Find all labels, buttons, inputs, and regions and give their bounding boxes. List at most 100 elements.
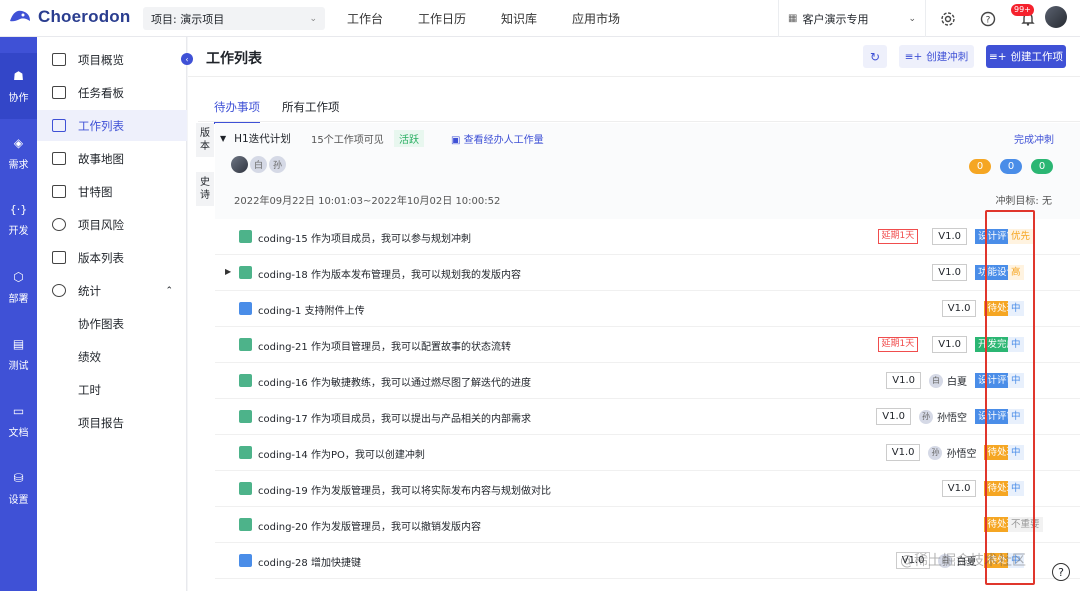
- module-docs[interactable]: ▭ 文档: [0, 388, 37, 454]
- story-icon: [239, 446, 252, 459]
- subnav-risk[interactable]: 项目风险: [37, 209, 187, 240]
- module-dev[interactable]: {·} 开发: [0, 187, 37, 253]
- avatar[interactable]: [231, 156, 248, 173]
- sprint-header: ▼ H1迭代计划 15个工作项可见 活跃 ▣ 查看经办人工作量 完成冲刺 白 孙…: [215, 123, 1080, 219]
- issue-list: coding-15 作为项目成员，我可以参与规划冲刺 延期1天 V1.0 设计评审 优先…: [215, 219, 1080, 579]
- topnav-workbench[interactable]: 工作台: [347, 10, 383, 27]
- subnav-gantt[interactable]: 甘特图: [37, 176, 187, 207]
- issue-summary[interactable]: coding-28 增加快捷键: [258, 554, 361, 569]
- points-done-pill: 0: [1031, 159, 1053, 174]
- avatar[interactable]: 白: [250, 156, 267, 173]
- side-tab-epic[interactable]: 史诗: [196, 172, 214, 206]
- tab-all-issues[interactable]: 所有工作项: [282, 99, 340, 115]
- create-issue-button[interactable]: ≡+ 创建工作项: [986, 45, 1066, 68]
- subnav-report[interactable]: 项目报告: [37, 407, 187, 438]
- sprint-points: 0 0 0: [969, 159, 1053, 174]
- topnav-calendar[interactable]: 工作日历: [418, 10, 466, 27]
- table-row[interactable]: ▶ coding-18 作为版本发布管理员，我可以规划我的发版内容 V1.0 功能设计…: [215, 255, 1080, 291]
- add-list-icon: ≡+: [904, 50, 923, 63]
- sprint-title[interactable]: ▼ H1迭代计划: [220, 131, 291, 146]
- sprint-name: H1迭代计划: [234, 133, 291, 145]
- priority-badge: 中: [1008, 481, 1024, 496]
- table-row[interactable]: coding-14 作为PO，我可以创建冲刺 V1.0 孙孙悟空 待处理中: [215, 435, 1080, 471]
- subnav-worklist[interactable]: 工作列表: [37, 110, 187, 141]
- subnav-overview[interactable]: 项目概览: [37, 44, 187, 75]
- subnav-performance-label: 绩效: [78, 349, 101, 364]
- assignee: 白白夏: [928, 373, 967, 388]
- tabs-divider: [198, 121, 1080, 122]
- subnav-versions[interactable]: 版本列表: [37, 242, 187, 273]
- collapse-sidebar-button[interactable]: ‹: [181, 53, 193, 65]
- project-select[interactable]: 项目: 演示项目 ⌄: [143, 7, 325, 30]
- module-test[interactable]: ▤ 测试: [0, 321, 37, 387]
- issue-summary[interactable]: coding-1 支持附件上传: [258, 302, 365, 317]
- topnav-knowledge[interactable]: 知识库: [501, 10, 537, 27]
- subnav-collab-chart[interactable]: 协作图表: [37, 308, 187, 339]
- issue-summary[interactable]: coding-17 作为项目成员，我可以提出与产品相关的内部需求: [258, 410, 531, 425]
- table-row[interactable]: coding-19 作为发版管理员，我可以将实际发布内容与规划做对比 V1.0 待处…: [215, 471, 1080, 507]
- caret-down-icon[interactable]: ▼: [220, 134, 226, 143]
- sprint-panel: ▼ H1迭代计划 15个工作项可见 活跃 ▣ 查看经办人工作量 完成冲刺 白 孙…: [215, 123, 1080, 591]
- priority-badge: 中: [1008, 337, 1024, 352]
- issue-summary[interactable]: coding-16 作为敏捷教练，我可以通过燃尽图了解迭代的进度: [258, 374, 531, 389]
- subnav-stats[interactable]: 统计 ⌃: [37, 275, 187, 306]
- issue-summary[interactable]: coding-21 作为项目管理员，我可以配置故事的状态流转: [258, 338, 511, 353]
- version-tag: V1.0: [941, 480, 977, 497]
- topnav-market[interactable]: 应用市场: [572, 10, 620, 27]
- module-settings[interactable]: ⛁ 设置: [0, 455, 37, 521]
- top-nav: 工作台 工作日历 知识库 应用市场: [347, 0, 620, 37]
- table-row[interactable]: coding-15 作为项目成员，我可以参与规划冲刺 延期1天 V1.0 设计评审 优先: [215, 219, 1080, 255]
- avatar: 孙: [928, 445, 943, 460]
- tabs: 待办事项 所有工作项: [214, 99, 340, 124]
- subnav-performance[interactable]: 绩效: [37, 341, 187, 372]
- logo[interactable]: Choerodon: [8, 7, 130, 27]
- create-sprint-button[interactable]: ≡+ 创建冲刺: [899, 45, 974, 68]
- delay-badge: 延期1天: [877, 337, 919, 352]
- table-row[interactable]: coding-1 支持附件上传 V1.0 待处理中: [215, 291, 1080, 327]
- chart-icon: [52, 53, 66, 66]
- issue-summary[interactable]: coding-20 作为发版管理员，我可以撤销发版内容: [258, 518, 481, 533]
- issue-summary[interactable]: coding-19 作为发版管理员，我可以将实际发布内容与规划做对比: [258, 482, 551, 497]
- help-circle-icon[interactable]: ?: [978, 9, 998, 29]
- user-avatar[interactable]: [1045, 6, 1067, 28]
- layers-icon: ◈: [13, 135, 24, 150]
- code-icon: {·}: [9, 203, 28, 216]
- finish-sprint-link[interactable]: 完成冲刺: [1014, 131, 1054, 146]
- task-icon: [239, 302, 252, 315]
- issue-meta: V1.0 孙孙悟空 待处理: [885, 444, 1019, 461]
- gear-icon[interactable]: [938, 9, 958, 29]
- story-icon: [239, 374, 252, 387]
- avatar[interactable]: 孙: [269, 156, 286, 173]
- table-row[interactable]: coding-20 作为发版管理员，我可以撤销发版内容 待处理 不重要: [215, 507, 1080, 543]
- table-row[interactable]: coding-16 作为敏捷教练，我可以通过燃尽图了解迭代的进度 V1.0 白白夏设…: [215, 363, 1080, 399]
- issue-summary[interactable]: coding-18 作为版本发布管理员，我可以规划我的发版内容: [258, 266, 521, 281]
- tab-backlog[interactable]: 待办事项: [214, 99, 260, 124]
- help-label: ?: [1058, 565, 1064, 579]
- subnav-board[interactable]: 任务看板: [37, 77, 187, 108]
- issue-summary[interactable]: coding-15 作为项目成员，我可以参与规划冲刺: [258, 230, 471, 245]
- table-row[interactable]: coding-21 作为项目管理员，我可以配置故事的状态流转 延期1天 V1.0 开发…: [215, 327, 1080, 363]
- side-tab-version[interactable]: 版本: [196, 123, 214, 157]
- org-select[interactable]: ▦ 客户演示专用 ⌄: [778, 0, 926, 37]
- table-row[interactable]: coding-17 作为项目成员，我可以提出与产品相关的内部需求 V1.0 孙孙悟空…: [215, 399, 1080, 435]
- module-dev-label: 开发: [8, 226, 29, 237]
- collab-icon: ☗: [13, 68, 24, 83]
- help-button[interactable]: ?: [1052, 563, 1070, 581]
- story-icon: [239, 266, 252, 279]
- module-collab[interactable]: ☗ 协作: [0, 53, 37, 119]
- subnav-worktime[interactable]: 工时: [37, 374, 187, 405]
- watermark: @稀土掘金技术社区: [900, 553, 1026, 569]
- workload-link[interactable]: ▣ 查看经办人工作量: [451, 131, 544, 146]
- version-tag: V1.0: [941, 300, 977, 317]
- priority-badge: 优先: [1008, 229, 1034, 244]
- assignee: 孙孙悟空: [928, 445, 976, 460]
- module-requirements[interactable]: ◈ 需求: [0, 120, 37, 186]
- refresh-button[interactable]: ↻: [863, 45, 887, 68]
- subnav-risk-label: 项目风险: [78, 217, 124, 232]
- module-deploy[interactable]: ⬡ 部署: [0, 254, 37, 320]
- priority-badge: 中: [1008, 409, 1024, 424]
- subnav-storymap[interactable]: 故事地图: [37, 143, 187, 174]
- project-select-label: 项目: 演示项目: [151, 12, 225, 26]
- issue-summary[interactable]: coding-14 作为PO，我可以创建冲刺: [258, 446, 425, 461]
- caret-right-icon[interactable]: ▶: [225, 267, 231, 276]
